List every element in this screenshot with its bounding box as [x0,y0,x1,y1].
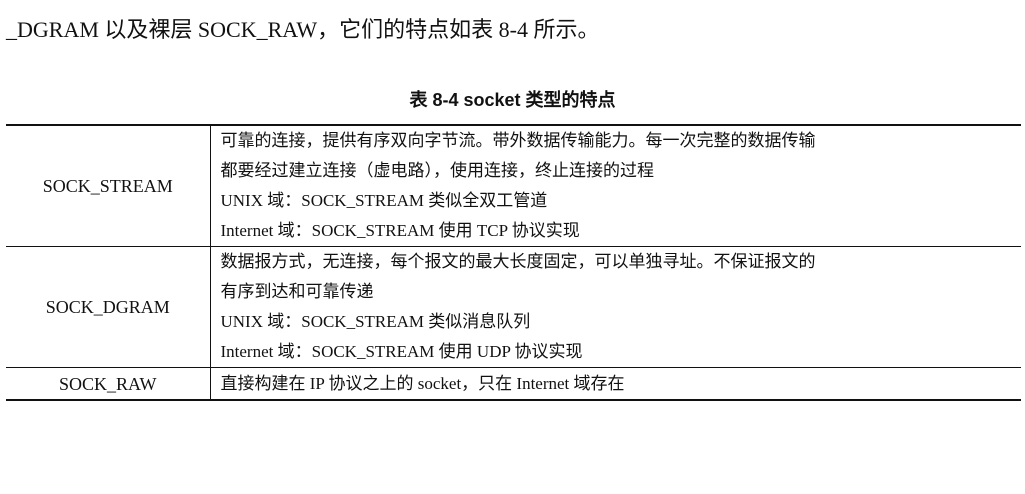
socket-types-table: SOCK_STREAM 可靠的连接，提供有序双向字节流。带外数据传输能力。每一次… [6,124,1021,401]
description-line: Internet 域：SOCK_STREAM 使用 TCP 协议实现 [220,221,580,240]
table-row-sock-raw: SOCK_RAW 直接构建在 IP 协议之上的 socket，只在 Intern… [6,367,1021,401]
intro-paragraph: _DGRAM 以及裸层 SOCK_RAW，它们的特点如表 8-4 所示。 [6,17,600,42]
socket-type-name: SOCK_RAW [6,367,211,401]
description-line: Internet 域：SOCK_STREAM 使用 UDP 协议实现 [220,342,583,361]
table-row-sock-dgram: SOCK_DGRAM 数据报方式，无连接，每个报文的最大长度固定，可以单独寻址。… [6,246,1021,368]
table-caption: 表 8-4 socket 类型的特点 [409,90,616,110]
socket-type-description: 可靠的连接，提供有序双向字节流。带外数据传输能力。每一次完整的数据传输 都要经过… [210,124,1021,247]
socket-type-description: 直接构建在 IP 协议之上的 socket，只在 Internet 域存在 [210,367,1021,401]
description-line: UNIX 域：SOCK_STREAM 类似消息队列 [220,312,531,331]
socket-type-name: SOCK_STREAM [6,124,211,247]
description-line: UNIX 域：SOCK_STREAM 类似全双工管道 [220,191,548,210]
description-line: 有序到达和可靠传递 [220,282,374,301]
description-line: 数据报方式，无连接，每个报文的最大长度固定，可以单独寻址。不保证报文的 [220,252,816,271]
table-row-sock-stream: SOCK_STREAM 可靠的连接，提供有序双向字节流。带外数据传输能力。每一次… [6,124,1021,247]
socket-type-name: SOCK_DGRAM [6,246,211,368]
socket-type-description: 数据报方式，无连接，每个报文的最大长度固定，可以单独寻址。不保证报文的 有序到达… [210,246,1021,368]
description-line: 都要经过建立连接（虚电路），使用连接，终止连接的过程 [220,161,655,180]
description-line: 直接构建在 IP 协议之上的 socket，只在 Internet 域存在 [220,374,625,393]
description-line: 可靠的连接，提供有序双向字节流。带外数据传输能力。每一次完整的数据传输 [220,131,816,150]
